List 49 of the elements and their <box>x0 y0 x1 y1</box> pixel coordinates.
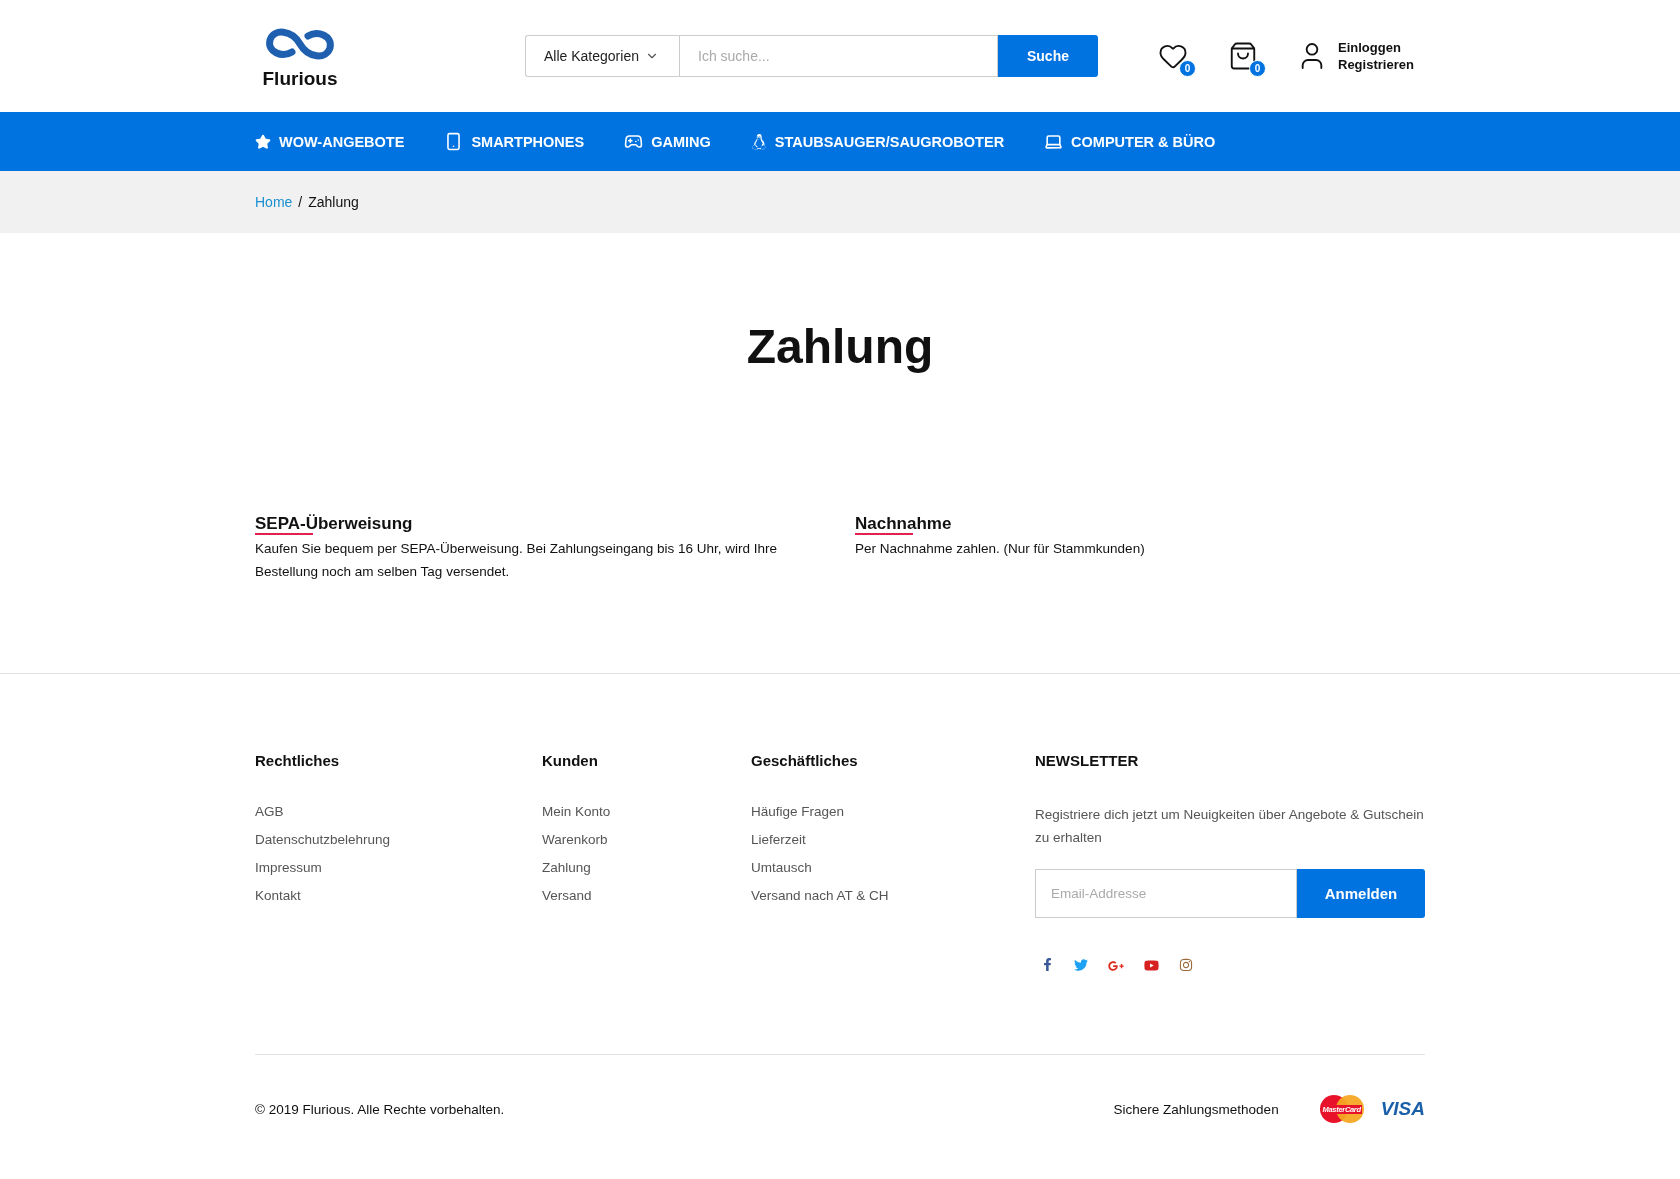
footer-link[interactable]: Lieferzeit <box>751 830 1035 849</box>
nav-item[interactable]: STAUBSAUGER/SAUGROBOTER <box>750 133 1005 150</box>
instagram-icon <box>1179 957 1193 972</box>
nav-item[interactable]: COMPUTER & BÜRO <box>1044 132 1216 151</box>
page-title: Zahlung <box>745 321 935 374</box>
search-button[interactable]: Suche <box>998 35 1098 77</box>
breadcrumb-current: Zahlung <box>308 194 359 210</box>
facebook-icon <box>1041 957 1054 971</box>
nav-item[interactable]: SMARTPHONES <box>444 132 585 151</box>
payment-method-title: SEPA-Überweisung <box>255 513 413 537</box>
footer-link[interactable]: Häufige Fragen <box>751 802 1035 821</box>
footer-link[interactable]: Zahlung <box>542 858 751 877</box>
search-field[interactable]: Ich suche... <box>679 35 998 77</box>
footer-link[interactable]: Datenschutzbelehrung <box>255 830 542 849</box>
newsletter-text: Registriere dich jetzt um Neuigkeiten über Angebote & Gutschein zu erhalten <box>1035 805 1425 847</box>
secure-payment-label: Sichere Zahlungsmethoden <box>1113 1101 1279 1117</box>
footer-link[interactable]: Versand <box>542 886 751 905</box>
footer-link[interactable]: Mein Konto <box>542 802 751 821</box>
wishlist-count: 0 <box>1179 60 1196 77</box>
footer-heading: NEWSLETTER <box>1035 751 1140 769</box>
login-link[interactable]: Einloggen <box>1338 39 1414 56</box>
footer-link[interactable]: Impressum <box>255 858 542 877</box>
gamepad-icon <box>624 132 644 151</box>
cart-count: 0 <box>1249 60 1266 77</box>
footer-heading: Geschäftliches <box>751 751 859 769</box>
star-icon <box>255 133 271 150</box>
footer-link[interactable]: Versand nach AT & CH <box>751 886 1035 905</box>
nav-item[interactable]: GAMING <box>624 132 711 151</box>
nav-item[interactable]: WOW-ANGEBOTE <box>255 133 405 150</box>
register-link[interactable]: Registrieren <box>1338 56 1414 73</box>
penguin-icon <box>750 133 767 150</box>
payment-method-text: Per Nachnahme zahlen. (Nur für Stammkunden) <box>855 539 1146 558</box>
payment-method-text: Kaufen Sie bequem per SEPA-Überweisung. Bei Zahlungseingang bis 16 Uhr, wird Ihre Bestellung noch am selben Tag versendet. <box>255 539 779 581</box>
visa-logo: VISA <box>1380 1098 1425 1121</box>
email-field[interactable]: Email-Addresse <box>1035 868 1297 918</box>
footer-link[interactable]: Umtausch <box>751 858 1035 877</box>
shopping-bag-icon[interactable] <box>1228 41 1258 71</box>
footer-heading: Kunden <box>542 751 599 769</box>
copyright-text: © 2019 Flurious. Alle Rechte vorbehalten. <box>255 1101 506 1117</box>
subscribe-button[interactable]: Anmelden <box>1297 868 1425 918</box>
twitter-icon <box>1074 957 1088 972</box>
logo-text: Flurious <box>262 68 338 90</box>
footer-link[interactable]: AGB <box>255 802 542 821</box>
laptop-icon <box>1044 132 1064 151</box>
category-dropdown[interactable]: Alle Kategorien <box>525 35 679 77</box>
footer-link[interactable]: Warenkorb <box>542 830 751 849</box>
footer-heading: Rechtliches <box>255 751 341 769</box>
footer-link[interactable]: Kontakt <box>255 886 542 905</box>
breadcrumb-separator: / <box>298 194 303 210</box>
